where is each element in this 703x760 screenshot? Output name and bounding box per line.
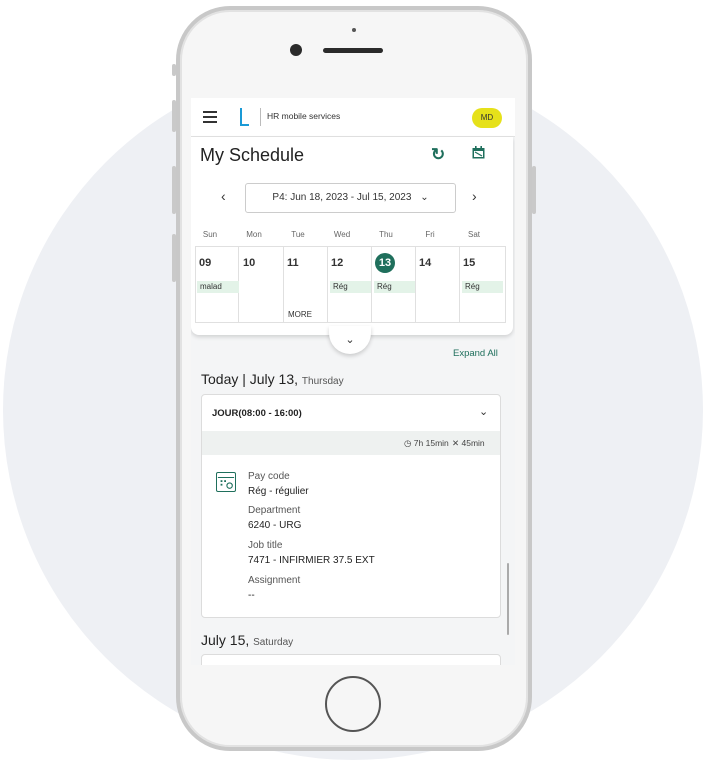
dayname-tue: Tue [291,230,305,239]
chevron-down-icon: ⌄ [420,192,429,203]
day-number: 12 [331,257,344,269]
duration-value: 7h 15min [413,438,449,448]
next-shift-card[interactable] [201,654,501,665]
job-title-label: Job title [248,540,283,551]
phone-sensor [352,28,356,32]
period-label: P4: Jun 18, 2023 - Jul 15, 2023 [272,192,412,203]
more-link[interactable]: MORE [288,310,312,319]
shift-tag[interactable]: Rég [374,281,415,293]
day-number: 10 [243,257,256,269]
next-day-heading: July 15, Saturday [201,632,293,648]
app-title: HR mobile services [267,111,341,121]
job-title-value: 7471 - INFIRMIER 37.5 EXT [248,555,375,566]
refresh-icon[interactable]: ↻ [431,145,445,165]
department-value: 6240 - URG [248,520,302,531]
day-number: 15 [463,257,476,269]
period-selector[interactable]: P4: Jun 18, 2023 - Jul 15, 2023 ⌄ [245,183,456,213]
today-date: Today | July 13, [201,371,299,387]
today-heading: Today | July 13, Thursday [201,371,344,387]
dayname-wed: Wed [333,230,351,239]
chevron-down-icon[interactable]: ⌄ [479,405,488,418]
day-number: 09 [199,257,212,269]
phone-side-button [172,64,176,76]
department-label: Department [248,505,301,516]
menu-icon[interactable] [203,111,217,123]
phone-power-button [532,166,536,214]
logo-divider [260,108,261,126]
collapse-calendar-button[interactable]: ⌄ [329,326,371,354]
clock-icon: ◷ [404,438,412,448]
dayname-sat: Sat [467,230,480,239]
page-title: My Schedule [200,145,305,165]
day-number: 14 [419,257,432,269]
shift-tag[interactable]: Rég [462,281,503,293]
app-logo [240,108,249,126]
day-number: 11 [287,257,299,269]
shift-duration: ◷ 7h 15min [404,438,449,449]
assignment-value: -- [248,590,255,601]
shift-tag[interactable]: malad [197,281,239,293]
today-weekday: Thursday [301,376,344,387]
expand-all-link[interactable]: Expand All [453,348,498,359]
next-day-weekday: Saturday [253,637,294,648]
pay-code-value: Rég - régulier [248,486,309,497]
phone-camera [290,44,302,56]
scrollbar[interactable] [507,563,509,635]
top-bar: HR mobile services MD [191,98,515,137]
chevron-down-icon: ⌄ [345,334,355,346]
dayname-mon: Mon [246,230,262,239]
dayname-fri: Fri [425,230,435,239]
today-indicator: 13 [375,253,395,273]
phone-volume-down [172,166,176,214]
phone-home-button[interactable] [325,676,381,732]
next-period-button[interactable]: › [472,188,477,204]
phone-speaker [323,48,383,53]
phone-volume-up [172,100,176,132]
phone-volume-down-2 [172,234,176,282]
shift-tag[interactable]: Rég [330,281,371,293]
assignment-label: Assignment [248,575,301,586]
shift-card: JOUR(08:00 - 16:00) ⌄ ◷ 7h 15min ✕ 45min… [201,394,501,618]
shift-meta-bar: ◷ 7h 15min ✕ 45min [202,431,500,455]
shift-title: JOUR(08:00 - 16:00) [212,408,302,419]
pay-code-label: Pay code [248,471,290,482]
break-value: 45min [461,438,485,448]
shift-break: ✕ 45min [452,438,485,449]
cutlery-icon: ✕ [452,438,460,448]
calendar-icon[interactable] [472,146,485,159]
app-screen: HR mobile services MD My Schedule ↻ ‹ P4… [191,98,515,665]
prev-period-button[interactable]: ‹ [221,188,226,204]
avatar[interactable]: MD [472,108,502,128]
next-day-date: July 15, [201,632,250,648]
dayname-thu: Thu [379,230,393,239]
calendar-eye-icon [216,472,236,492]
dayname-sun: Sun [202,230,218,239]
